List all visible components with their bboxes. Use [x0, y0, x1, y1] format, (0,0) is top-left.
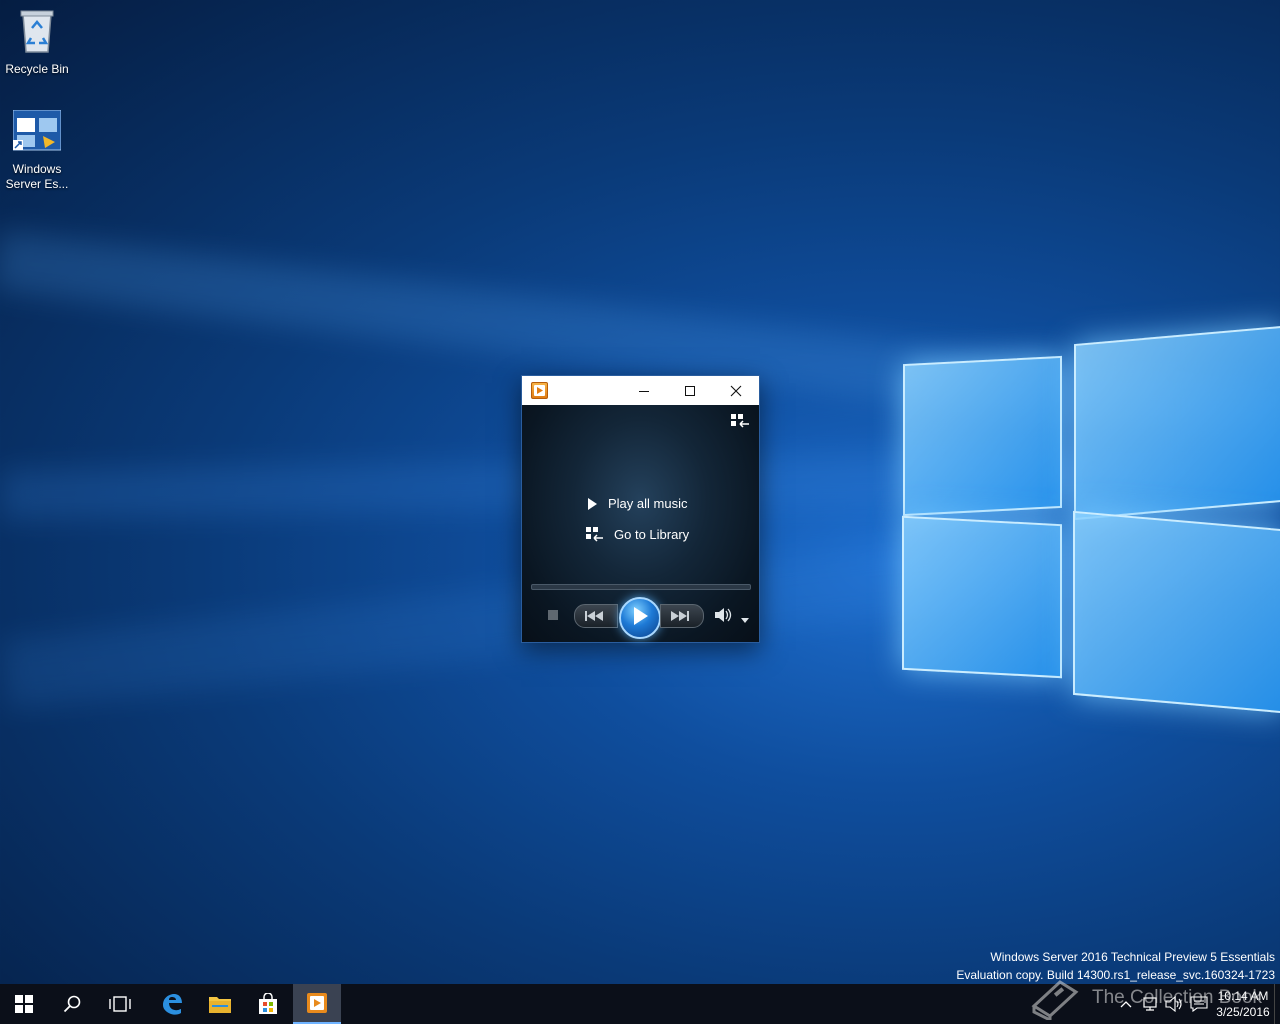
maximize-button[interactable] [667, 376, 713, 405]
next-icon [671, 611, 689, 621]
windows-media-player-window[interactable]: Play all music Go to Library [521, 375, 760, 643]
wmp-titlebar[interactable] [522, 376, 759, 405]
previous-button[interactable] [574, 604, 618, 628]
windows-media-player-icon[interactable] [531, 382, 548, 399]
minimize-icon [639, 390, 649, 392]
book-icon [1031, 980, 1079, 1020]
go-to-library-label: Go to Library [614, 527, 690, 542]
play-icon [634, 607, 648, 625]
maximize-icon [685, 385, 695, 396]
switch-to-library-icon [731, 414, 749, 428]
close-button[interactable] [713, 376, 759, 405]
stop-button[interactable] [548, 610, 558, 620]
playback-controls [522, 597, 759, 639]
build-watermark-line1: Windows Server 2016 Technical Preview 5 … [990, 950, 1275, 964]
taskbar-file-explorer[interactable] [196, 984, 244, 1024]
edge-browser-icon [163, 994, 182, 1015]
previous-icon [585, 611, 603, 621]
windows-media-player-icon [307, 993, 327, 1013]
search-icon [63, 995, 81, 1013]
taskbar-store[interactable] [244, 984, 292, 1024]
minimize-button[interactable] [621, 376, 667, 405]
task-view-icon [109, 996, 131, 1012]
speaker-icon [715, 608, 732, 622]
desktop-icon-label-line1: Windows [12, 162, 62, 176]
seek-bar[interactable] [531, 584, 751, 590]
recycle-bin-icon [1, 8, 73, 58]
chevron-down-icon [741, 618, 749, 623]
close-icon [730, 385, 742, 396]
taskbar-edge[interactable] [148, 984, 196, 1024]
go-to-library-link[interactable]: Go to Library [586, 527, 689, 542]
overlay-watermark-text: The Collection Book [1092, 987, 1263, 1008]
volume-dropdown-button[interactable] [740, 611, 750, 623]
folder-icon [209, 997, 231, 1013]
desktop-icon-windows-server-essentials[interactable]: Windows Server Es... [1, 109, 73, 192]
desktop-icon-recycle-bin[interactable]: Recycle Bin [1, 8, 73, 77]
search-button[interactable] [48, 984, 96, 1024]
next-button[interactable] [660, 604, 704, 628]
windows-logo-icon [15, 995, 33, 1013]
play-all-music-label: Play all music [608, 496, 688, 511]
mute-button[interactable] [714, 607, 732, 623]
play-button[interactable] [619, 597, 661, 639]
windows-server-essentials-icon [1, 109, 73, 158]
desktop-icon-label-line2: Server Es... [5, 177, 69, 191]
start-button[interactable] [0, 984, 48, 1024]
play-icon [588, 497, 597, 510]
show-desktop-button[interactable] [1274, 984, 1280, 1024]
library-icon [586, 527, 603, 542]
taskbar-windows-media-player[interactable] [293, 984, 341, 1024]
task-view-button[interactable] [96, 984, 144, 1024]
wmp-now-playing-area: Play all music Go to Library [522, 405, 759, 642]
overlay-watermark: The Collection Book [1030, 976, 1262, 1020]
play-all-music-link[interactable]: Play all music [586, 496, 687, 511]
switch-to-library-button[interactable] [730, 413, 750, 429]
store-icon [259, 993, 277, 1014]
desktop-icon-label: Recycle Bin [5, 62, 69, 76]
